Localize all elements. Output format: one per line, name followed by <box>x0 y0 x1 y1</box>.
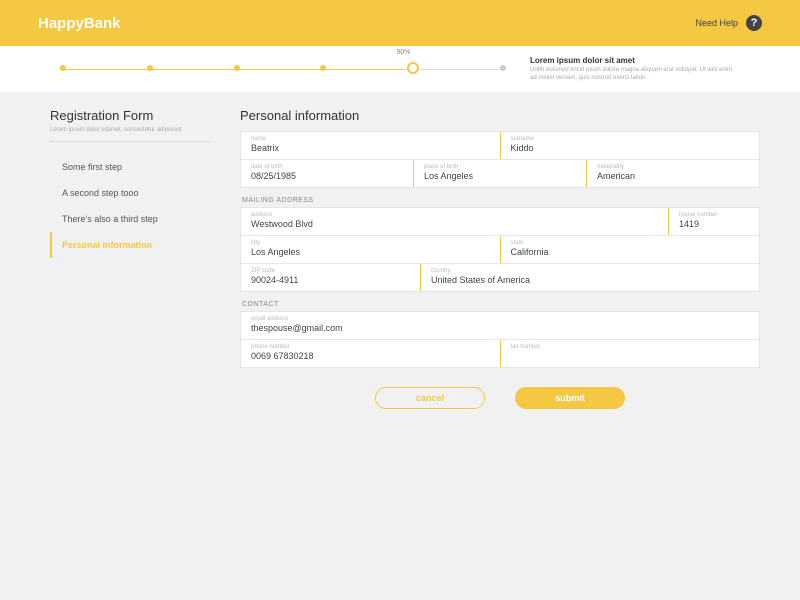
email-field[interactable]: email address thespouse@gmail.com <box>241 312 759 339</box>
mailing-section-label: MAILING ADDRESS <box>242 197 760 204</box>
phone-field[interactable]: phone number 0069 67830218 <box>241 340 501 367</box>
contact-section-label: CONTACT <box>242 301 760 308</box>
sidebar-step-personal[interactable]: Personal information <box>50 232 210 258</box>
form-content: Personal information name Beatrix surnam… <box>240 108 760 409</box>
progress-description: Unbh euismod tincid psum dolore magna al… <box>530 67 740 83</box>
cancel-button[interactable]: cancel <box>375 387 485 409</box>
content-title: Personal information <box>240 108 760 123</box>
name-field[interactable]: name Beatrix <box>241 132 501 159</box>
progress-dot-inactive <box>500 65 506 71</box>
house-number-field[interactable]: house number 1419 <box>669 208 759 235</box>
progress-text: Lorem ipsum dolor sit amet Unbh euismod … <box>530 56 740 83</box>
zip-field[interactable]: ZIP code 90024-4911 <box>241 264 421 291</box>
pob-field[interactable]: place of birth Los Angeles <box>414 160 587 187</box>
progress-title: Lorem ipsum dolor sit amet <box>530 56 740 65</box>
fax-field[interactable]: fax number <box>501 340 760 367</box>
sidebar-step-3[interactable]: There's also a third step <box>50 206 210 232</box>
sidebar-title: Registration Form <box>50 108 210 123</box>
header-bar: HappyBank Need Help ? <box>0 0 800 46</box>
surname-field[interactable]: surname Kiddo <box>501 132 760 159</box>
progress-dot <box>60 65 66 71</box>
nationality-field[interactable]: nationality American <box>587 160 759 187</box>
progress-area: 90% Lorem ipsum dolor sit amet Unbh euis… <box>0 46 800 92</box>
progress-dot <box>320 65 326 71</box>
submit-button[interactable]: submit <box>515 387 625 409</box>
progress-dot <box>147 65 153 71</box>
sidebar-step-2[interactable]: A second step tooo <box>50 180 210 206</box>
progress-percent: 90% <box>396 49 410 56</box>
progress-bar: 90% <box>60 59 506 79</box>
state-field[interactable]: state California <box>501 236 760 263</box>
help-icon: ? <box>746 15 762 31</box>
city-field[interactable]: city Los Angeles <box>241 236 501 263</box>
brand-logo: HappyBank <box>38 15 121 32</box>
sidebar-step-1[interactable]: Some first step <box>50 154 210 180</box>
progress-dot <box>234 65 240 71</box>
help-link[interactable]: Need Help ? <box>695 15 762 31</box>
progress-dot-current <box>407 62 419 74</box>
sidebar-subtitle: Lorem ipsum dolor sitamet, consectetur a… <box>50 127 210 142</box>
dob-field[interactable]: date of birth 08/25/1985 <box>241 160 414 187</box>
address-field[interactable]: address Westwood Blvd <box>241 208 669 235</box>
sidebar: Registration Form Lorem ipsum dolor sita… <box>50 108 210 409</box>
country-field[interactable]: country United States of America <box>421 264 759 291</box>
help-label: Need Help <box>695 18 738 28</box>
